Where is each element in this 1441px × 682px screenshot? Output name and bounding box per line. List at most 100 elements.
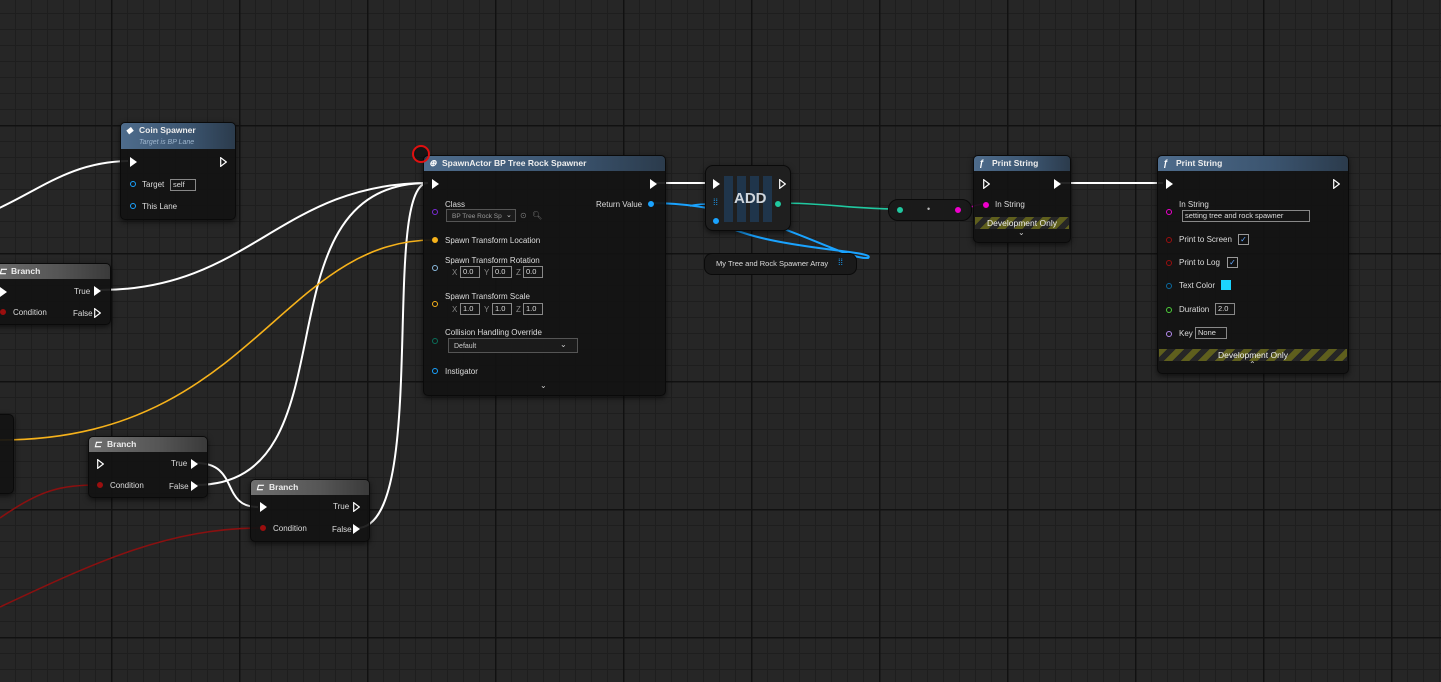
expand-chevron-icon[interactable]: ⌄ xyxy=(1018,228,1025,237)
print-string-node-2[interactable]: ƒ Print String In String setting tree an… xyxy=(1157,155,1349,374)
array-pin-icon[interactable]: ⁞⁞ xyxy=(713,197,718,207)
true-exec-pin[interactable] xyxy=(191,459,198,469)
scale-y-field[interactable]: 1.0 xyxy=(492,303,512,315)
condition-pin[interactable] xyxy=(260,525,266,531)
exec-in-pin[interactable] xyxy=(130,157,137,167)
exec-out-pin[interactable] xyxy=(220,157,227,167)
duration-pin[interactable] xyxy=(1166,307,1172,313)
print-screen-pin[interactable] xyxy=(1166,237,1172,243)
node-title: Coin Spawner xyxy=(139,125,196,135)
conversion-out-pin[interactable] xyxy=(955,207,961,213)
print-string-node-1[interactable]: ƒ Print String In String Development Onl… xyxy=(973,155,1071,243)
rotation-z-field[interactable]: 0.0 xyxy=(523,266,543,278)
branch-icon: ⊏ xyxy=(0,264,7,279)
int-to-string-node[interactable]: • xyxy=(888,199,972,221)
exec-in-pin[interactable] xyxy=(983,179,990,189)
true-exec-pin[interactable] xyxy=(94,286,101,296)
rotation-pin[interactable] xyxy=(432,265,438,271)
key-pin[interactable] xyxy=(1166,331,1172,337)
duration-field[interactable]: 2.0 xyxy=(1215,303,1235,315)
true-exec-pin[interactable] xyxy=(353,502,360,512)
node-subtitle: Target is BP Lane xyxy=(139,139,195,146)
expand-chevron-icon[interactable]: ⌄ xyxy=(540,381,547,390)
rotation-x-field[interactable]: 0.0 xyxy=(460,266,480,278)
add-label: ADD xyxy=(734,190,767,207)
struct-wire xyxy=(777,202,900,210)
true-label: True xyxy=(171,459,188,468)
conversion-in-pin[interactable] xyxy=(897,207,903,213)
print-log-checkbox[interactable]: ✓ xyxy=(1227,257,1238,268)
false-exec-pin[interactable] xyxy=(191,481,198,491)
collapse-chevron-icon[interactable]: ⌃ xyxy=(1249,360,1256,369)
instigator-pin[interactable] xyxy=(432,368,438,374)
spawn-actor-header[interactable]: ⊕ SpawnActor BP Tree Rock Spawner xyxy=(424,156,665,171)
array-add-node[interactable]: ADD ⁞⁞ xyxy=(705,165,791,231)
print-log-pin[interactable] xyxy=(1166,260,1172,266)
exec-in-pin[interactable] xyxy=(97,459,104,469)
branch-header[interactable]: ⊏ Branch xyxy=(251,480,369,495)
scale-pin[interactable] xyxy=(432,301,438,307)
return-index-pin[interactable] xyxy=(775,201,781,207)
exec-in-pin[interactable] xyxy=(432,179,439,189)
text-color-swatch[interactable] xyxy=(1221,280,1231,290)
location-pin[interactable] xyxy=(432,237,438,243)
exec-in-pin[interactable] xyxy=(260,502,267,512)
branch-header[interactable]: ⊏ Branch xyxy=(0,264,110,279)
false-exec-pin[interactable] xyxy=(353,524,360,534)
condition-pin[interactable] xyxy=(97,482,103,488)
rot-z-axis: Z xyxy=(516,268,521,277)
new-item-pin[interactable] xyxy=(713,218,719,224)
function-icon: ƒ xyxy=(1163,158,1169,168)
branch-node-1[interactable]: ⊏ Branch True Condition False xyxy=(0,263,111,325)
print-string-header[interactable]: ƒ Print String xyxy=(1158,156,1348,171)
exec-out-pin[interactable] xyxy=(1333,179,1340,189)
in-string-label: In String xyxy=(995,200,1025,209)
spawn-actor-node[interactable]: ⊕ SpawnActor BP Tree Rock Spawner Class … xyxy=(423,155,666,396)
rotation-y-field[interactable]: 0.0 xyxy=(492,266,512,278)
exec-in-pin[interactable] xyxy=(1166,179,1173,189)
key-field[interactable]: None xyxy=(1195,327,1227,339)
in-string-field[interactable]: setting tree and rock spawner xyxy=(1182,210,1310,222)
false-label: False xyxy=(73,309,93,318)
false-exec-pin[interactable] xyxy=(94,308,101,318)
print-screen-checkbox[interactable]: ✓ xyxy=(1238,234,1249,245)
this-lane-pin[interactable] xyxy=(130,203,136,209)
branch-header[interactable]: ⊏ Branch xyxy=(89,437,207,452)
text-color-pin[interactable] xyxy=(1166,283,1172,289)
scale-x-field[interactable]: 1.0 xyxy=(460,303,480,315)
chevron-down-icon: ⌄ xyxy=(560,340,567,349)
target-value[interactable]: self xyxy=(170,179,196,191)
in-string-pin[interactable] xyxy=(1166,209,1172,215)
coin-spawner-header[interactable]: ◆ Coin Spawner Target is BP Lane xyxy=(121,123,235,149)
rot-y-axis: Y xyxy=(484,268,490,277)
browse-icon[interactable]: 🔍︎ xyxy=(532,211,542,220)
exec-out-pin[interactable] xyxy=(779,179,786,189)
array-variable-node[interactable]: My Tree and Rock Spawner Array ⁞⁞ xyxy=(704,253,857,275)
exec-wire xyxy=(195,182,429,486)
condition-pin[interactable] xyxy=(0,309,6,315)
node-title: Branch xyxy=(269,482,299,492)
target-pin[interactable] xyxy=(130,181,136,187)
node-title: Print String xyxy=(992,158,1039,168)
exec-out-pin[interactable] xyxy=(1054,179,1061,189)
condition-label: Condition xyxy=(13,308,47,317)
return-value-pin[interactable] xyxy=(648,201,654,207)
in-string-pin[interactable] xyxy=(983,202,989,208)
offscreen-node[interactable] xyxy=(0,414,14,494)
exec-in-pin[interactable] xyxy=(0,287,7,297)
collision-dropdown[interactable]: Default xyxy=(448,338,578,353)
scale-z-field[interactable]: 1.0 xyxy=(523,303,543,315)
node-title: SpawnActor BP Tree Rock Spawner xyxy=(442,158,587,168)
coin-spawner-node[interactable]: ◆ Coin Spawner Target is BP Lane Target … xyxy=(120,122,236,220)
false-label: False xyxy=(332,525,352,534)
print-string-header[interactable]: ƒ Print String xyxy=(974,156,1070,171)
use-selected-icon[interactable]: ⊙ xyxy=(520,211,527,220)
exec-out-pin[interactable] xyxy=(650,179,657,189)
collision-pin[interactable] xyxy=(432,338,438,344)
branch-node-2[interactable]: ⊏ Branch True Condition False xyxy=(88,436,208,498)
branch-node-3[interactable]: ⊏ Branch True Condition False xyxy=(250,479,370,542)
breakpoint-ring-icon[interactable] xyxy=(412,145,430,163)
array-pin-icon[interactable]: ⁞⁞ xyxy=(838,257,843,267)
class-pin[interactable] xyxy=(432,209,438,215)
exec-in-pin[interactable] xyxy=(713,179,720,189)
